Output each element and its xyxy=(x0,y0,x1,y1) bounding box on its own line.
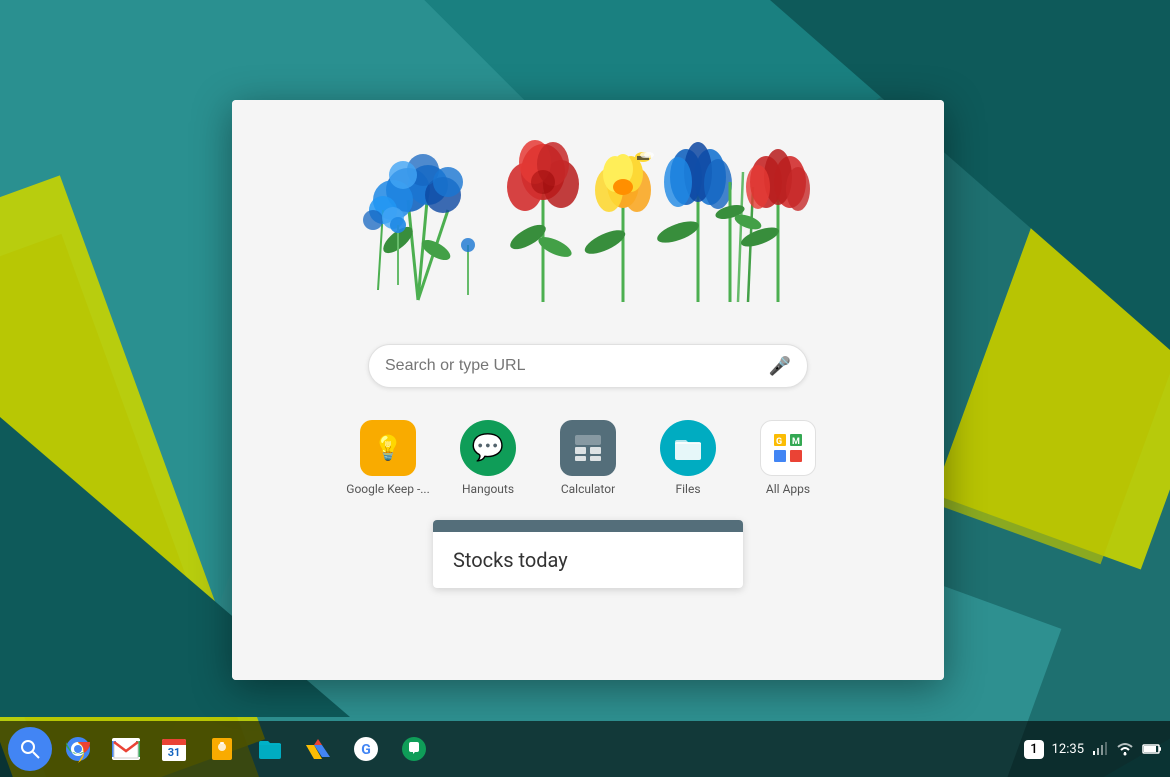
taskbar-icon-drive[interactable] xyxy=(296,727,340,771)
microphone-icon[interactable]: 🎤 xyxy=(769,356,791,377)
keep-icon xyxy=(210,736,234,762)
app-icon-keep: 💡 xyxy=(360,420,416,476)
taskbar: 31 xyxy=(0,721,1170,777)
hangouts-tb-icon xyxy=(401,736,427,762)
apps-row: 💡 Google Keep -... 💬 Hangouts xyxy=(348,420,828,496)
taskbar-icons: 31 xyxy=(8,727,1024,771)
app-icon-all-apps: G M xyxy=(760,420,816,476)
app-icon-hangouts: 💬 xyxy=(460,420,516,476)
taskbar-right: 1 12:35 xyxy=(1024,740,1162,759)
battery-icon xyxy=(1142,743,1162,755)
chrome-icon xyxy=(64,735,92,763)
gmail-icon xyxy=(112,738,140,760)
notification-badge: 1 xyxy=(1024,740,1043,759)
browser-window: 🎤 💡 Google Keep -... 💬 Hangouts xyxy=(232,100,944,680)
stocks-title: Stocks today xyxy=(453,548,723,572)
app-icon-calculator xyxy=(560,420,616,476)
app-item-calculator[interactable]: Calculator xyxy=(548,420,628,496)
stocks-card-header xyxy=(433,520,743,532)
taskbar-icon-files[interactable] xyxy=(248,727,292,771)
taskbar-icon-hangouts[interactable] xyxy=(392,727,436,771)
app-label-all-apps: All Apps xyxy=(766,482,810,496)
app-item-hangouts[interactable]: 💬 Hangouts xyxy=(448,420,528,496)
google-doodle xyxy=(358,130,818,320)
svg-text:G: G xyxy=(776,437,782,447)
app-item-files[interactable]: Files xyxy=(648,420,728,496)
svg-text:G: G xyxy=(361,742,371,758)
app-label-hangouts: Hangouts xyxy=(462,482,514,496)
app-label-files: Files xyxy=(675,482,700,496)
taskbar-icon-search[interactable] xyxy=(8,727,52,771)
taskbar-icon-chrome[interactable] xyxy=(56,727,100,771)
taskbar-time: 12:35 xyxy=(1052,742,1084,757)
taskbar-icon-calendar[interactable]: 31 xyxy=(152,727,196,771)
taskbar-icon-keep[interactable] xyxy=(200,727,244,771)
app-label-calculator: Calculator xyxy=(561,482,615,496)
all-apps-svg: G M xyxy=(770,430,806,466)
signal-icon xyxy=(1092,741,1108,757)
calendar-icon: 31 xyxy=(161,736,187,762)
search-input[interactable] xyxy=(385,357,769,375)
app-item-google-keep[interactable]: 💡 Google Keep -... xyxy=(348,420,428,496)
svg-text:31: 31 xyxy=(168,746,181,759)
browser-content: 🎤 💡 Google Keep -... 💬 Hangouts xyxy=(232,100,944,680)
wifi-icon xyxy=(1116,741,1134,757)
taskbar-icon-google[interactable]: G xyxy=(344,727,388,771)
calculator-svg xyxy=(573,433,603,463)
search-icon xyxy=(19,738,41,760)
search-bar[interactable]: 🎤 xyxy=(368,344,808,388)
app-icon-files xyxy=(660,420,716,476)
files-svg xyxy=(673,434,703,462)
taskbar-icon-gmail[interactable] xyxy=(104,727,148,771)
google-icon: G xyxy=(353,736,379,762)
drive-icon xyxy=(304,737,332,761)
app-item-all-apps[interactable]: G M All Apps xyxy=(748,420,828,496)
app-label-keep: Google Keep -... xyxy=(346,482,429,496)
files-tb-icon xyxy=(257,737,283,761)
stocks-card: Stocks today xyxy=(433,520,743,588)
stocks-card-body: Stocks today xyxy=(433,532,743,588)
svg-text:M: M xyxy=(792,437,800,447)
